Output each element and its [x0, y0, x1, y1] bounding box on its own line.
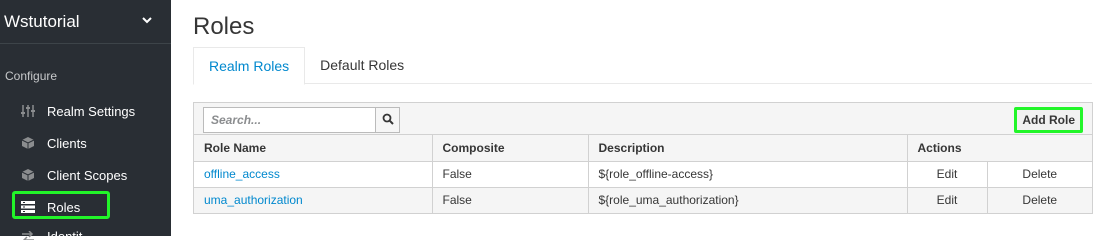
column-header-description[interactable]: Description: [588, 135, 908, 162]
edit-button[interactable]: Edit: [907, 187, 988, 213]
cubes-icon: [20, 167, 36, 183]
sidebar-item-label: Client Scopes: [47, 167, 128, 183]
column-header-role-name[interactable]: Role Name: [194, 135, 433, 162]
sidebar-item-identity-providers[interactable]: Identit: [0, 223, 171, 240]
delete-button[interactable]: Delete: [987, 187, 1093, 213]
sidebar-item-clients[interactable]: Clients: [0, 127, 171, 159]
role-link[interactable]: uma_authorization: [204, 193, 303, 207]
sidebar-item-label: Identit: [47, 229, 83, 240]
sidebar-item-label: Roles: [47, 199, 81, 215]
list-icon: [20, 199, 36, 215]
table-toolbar: Add Role: [194, 103, 1092, 135]
search-box: [203, 107, 400, 133]
realm-selector[interactable]: Wstutorial: [0, 0, 171, 44]
description-cell: ${role_uma_authorization}: [588, 187, 908, 213]
role-name-cell: offline_access: [194, 161, 433, 188]
roles-table: Role Name Composite Description Actions …: [194, 135, 1093, 213]
tabs: Realm Roles Default Roles: [193, 47, 1092, 85]
sidebar: Wstutorial Configure Realm Settings Clie…: [0, 0, 171, 240]
page-title: Roles: [193, 13, 255, 40]
edit-button[interactable]: Edit: [907, 161, 988, 188]
column-header-composite[interactable]: Composite: [432, 135, 589, 162]
tab-default-roles[interactable]: Default Roles: [305, 47, 419, 84]
sidebar-item-client-scopes[interactable]: Client Scopes: [0, 159, 171, 191]
cube-icon: [20, 135, 36, 151]
table-header-row: Role Name Composite Description Actions: [194, 135, 1093, 162]
table-row: uma_authorization False ${role_uma_autho…: [194, 187, 1093, 213]
composite-cell: False: [432, 161, 589, 188]
search-button[interactable]: [375, 107, 400, 133]
table-row: offline_access False ${role_offline-acce…: [194, 161, 1093, 188]
delete-button[interactable]: Delete: [987, 161, 1093, 188]
search-icon: [382, 113, 394, 128]
section-label-configure: Configure: [5, 69, 58, 83]
description-cell: ${role_offline-access}: [588, 161, 908, 188]
add-role-button[interactable]: Add Role: [1014, 107, 1083, 133]
role-link[interactable]: offline_access: [204, 167, 280, 181]
sliders-icon: [20, 103, 36, 119]
composite-cell: False: [432, 187, 589, 213]
sidebar-item-realm-settings[interactable]: Realm Settings: [0, 95, 171, 127]
realm-name: Wstutorial: [4, 11, 80, 31]
search-input[interactable]: [203, 107, 375, 133]
sidebar-nav: Realm Settings Clients Client Scopes Rol…: [0, 95, 171, 240]
roles-table-container: Add Role Role Name Composite Description…: [193, 102, 1093, 214]
sidebar-item-roles[interactable]: Roles: [0, 191, 171, 223]
column-header-actions: Actions: [907, 135, 1093, 162]
sidebar-item-label: Clients: [47, 135, 87, 151]
role-name-cell: uma_authorization: [194, 187, 433, 213]
tab-realm-roles[interactable]: Realm Roles: [193, 47, 306, 85]
chevron-down-icon: [141, 14, 153, 29]
sidebar-item-label: Realm Settings: [47, 103, 136, 119]
exchange-icon: [20, 229, 36, 240]
main-content: Roles Realm Roles Default Roles Add Role: [193, 0, 1100, 214]
